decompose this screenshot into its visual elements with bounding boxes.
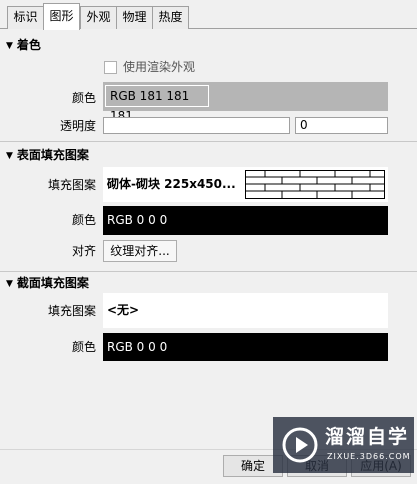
- shading-color-value: RGB 181 181 181: [105, 85, 209, 123]
- watermark-url: ZIXUE.3D66.COM: [327, 452, 411, 461]
- transparency-input[interactable]: 0: [295, 117, 388, 134]
- masonry-pattern-preview-icon: [245, 170, 385, 199]
- render-appearance-checkbox[interactable]: [104, 61, 117, 74]
- section-title: 着色: [16, 38, 41, 52]
- section-divider: [0, 271, 417, 272]
- surface-fill-pattern-button[interactable]: 砌体-砌块 225x450...: [103, 167, 388, 202]
- transparency-slider[interactable]: [103, 117, 290, 134]
- section-title: 表面填充图案: [16, 148, 89, 162]
- surface-color-label: 颜色: [71, 213, 96, 227]
- cut-fill-pattern-button[interactable]: <无>: [103, 293, 388, 328]
- section-title: 截面填充图案: [16, 276, 89, 290]
- cut-fill-value: <无>: [107, 303, 140, 317]
- texture-align-button[interactable]: 纹理对齐...: [103, 240, 177, 262]
- tab-label: 物理: [122, 10, 147, 24]
- tab-physical[interactable]: 物理: [116, 6, 153, 29]
- tab-label: 图形: [49, 9, 74, 23]
- watermark-overlay: 溜溜自学 ZIXUE.3D66.COM: [273, 417, 414, 473]
- watermark-title: 溜溜自学: [325, 426, 410, 448]
- graphics-panel: ▼ 着色 使用渲染外观 颜色 RGB 181 181 181 透明度 0 ▼ 表面填…: [0, 29, 417, 484]
- tab-label: 标识: [13, 10, 38, 24]
- surface-color-swatch[interactable]: RGB 0 0 0: [103, 206, 388, 235]
- collapse-triangle-icon[interactable]: ▼: [6, 276, 13, 292]
- surface-color-value: RGB 0 0 0: [107, 213, 168, 227]
- render-appearance-label: 使用渲染外观: [123, 60, 196, 74]
- tab-label: 热度: [158, 10, 183, 24]
- play-logo-icon: [282, 427, 318, 463]
- tab-bar: 标识 图形 外观 物理 热度: [0, 0, 417, 30]
- shading-color-swatch[interactable]: RGB 181 181 181: [103, 82, 388, 123]
- collapse-triangle-icon[interactable]: ▼: [6, 38, 13, 54]
- tab-appearance[interactable]: 外观: [80, 6, 117, 29]
- tab-label: 外观: [86, 10, 111, 24]
- transparency-label: 透明度: [59, 119, 96, 133]
- tab-thermal[interactable]: 热度: [152, 6, 189, 29]
- surface-fill-label: 填充图案: [47, 178, 96, 192]
- section-divider: [0, 141, 417, 142]
- section-header-shading[interactable]: ▼ 着色: [6, 37, 41, 54]
- cut-color-label: 颜色: [71, 340, 96, 354]
- tab-graphics[interactable]: 图形: [43, 3, 80, 30]
- surface-align-label: 对齐: [71, 244, 96, 258]
- tab-identity[interactable]: 标识: [7, 6, 44, 29]
- cut-fill-label: 填充图案: [47, 304, 96, 318]
- surface-fill-value: 砌体-砌块 225x450...: [107, 177, 236, 191]
- shading-color-label: 颜色: [71, 91, 96, 105]
- section-header-surface-pattern[interactable]: ▼ 表面填充图案: [6, 147, 89, 164]
- section-header-cut-pattern[interactable]: ▼ 截面填充图案: [6, 275, 89, 292]
- collapse-triangle-icon[interactable]: ▼: [6, 148, 13, 164]
- cut-color-value: RGB 0 0 0: [107, 340, 168, 354]
- cut-color-swatch[interactable]: RGB 0 0 0: [103, 333, 388, 361]
